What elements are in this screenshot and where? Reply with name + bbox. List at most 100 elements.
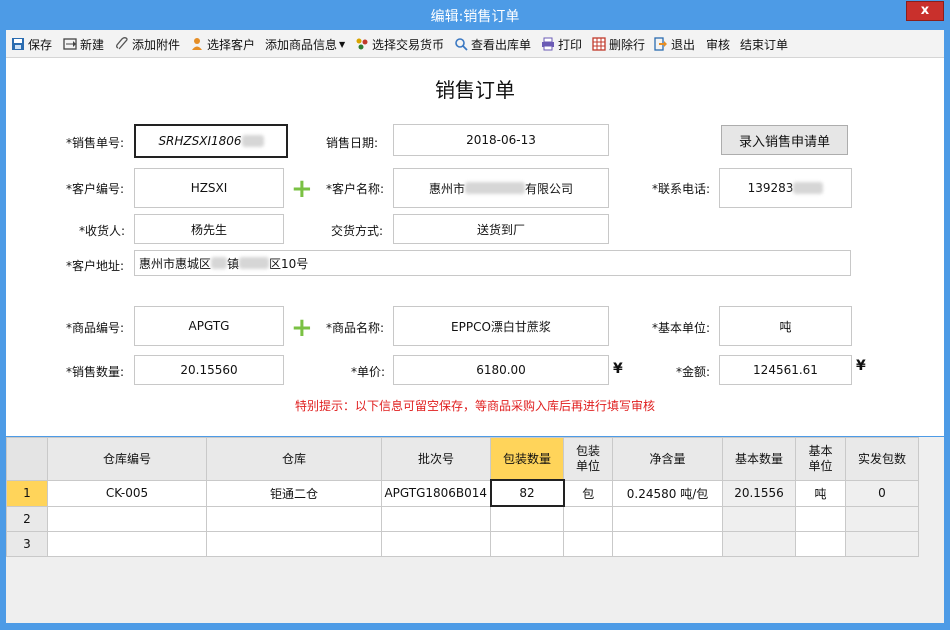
grid-cell[interactable] (206, 531, 382, 557)
grid-cell[interactable] (795, 531, 846, 557)
address-part-c: 区10号 (269, 256, 309, 271)
window-titlebar: 编辑:销售订单 x (0, 0, 950, 30)
phone-field[interactable]: 139283 (719, 168, 852, 208)
customer-code-label: *客户编号: (66, 182, 125, 196)
grid-cell[interactable] (381, 505, 491, 532)
quantity-label: *销售数量: (66, 365, 125, 379)
exit-button[interactable]: 退出 (654, 35, 695, 53)
delivery-field[interactable]: 送货到厂 (393, 214, 609, 244)
form-title: 销售订单 (435, 78, 515, 102)
grid-cell[interactable] (795, 505, 846, 532)
select-customer-label: 选择客户 (207, 37, 256, 52)
grid-cell[interactable] (563, 505, 613, 532)
add-product-info-label: 添加商品信息 (265, 37, 338, 52)
customer-name-field[interactable]: 惠州市 有限公司 (393, 168, 609, 208)
view-outbound-button[interactable]: 查看出库单 (454, 35, 531, 53)
customer-name-label: *客户名称: (326, 182, 385, 196)
select-currency-label: 选择交易货币 (372, 37, 445, 52)
grid-cell[interactable] (47, 505, 207, 532)
search-icon (454, 37, 468, 51)
col-header[interactable]: 批次号 (381, 437, 491, 481)
grid-cell[interactable] (490, 505, 564, 532)
delivery-label: 交货方式: (331, 224, 384, 238)
grid-cell[interactable]: 吨 (795, 479, 846, 507)
currency-icon (355, 37, 369, 51)
grid-cell[interactable] (612, 505, 723, 532)
import-application-button[interactable]: 录入销售申请单 (721, 125, 848, 155)
unit-price-field[interactable]: 6180.00 (393, 355, 609, 385)
redacted-mask (465, 182, 525, 194)
review-button[interactable]: 审核 (706, 35, 730, 53)
address-field[interactable]: 惠州市惠城区镇 区10号 (134, 250, 851, 276)
batch-grid: 仓库编号 仓库 批次号 包装数量 包装 单位 净含量 基本数量 基本 单位 实发… (6, 437, 944, 623)
grid-cell[interactable] (381, 531, 491, 557)
amount-label: *金额: (676, 365, 711, 379)
redacted-mask (241, 135, 264, 147)
col-header[interactable]: 包装 单位 (563, 437, 613, 481)
print-label: 打印 (558, 37, 583, 52)
amount-field[interactable]: 124561.61 (719, 355, 852, 385)
save-button[interactable]: 保存 (11, 35, 52, 53)
grid-cell[interactable] (490, 531, 564, 557)
toolbar: 保存 新建 添加附件 选择客户 添加商品信息 ▼ 选择交易货币 查看出库单 打印… (6, 30, 944, 58)
order-no-field[interactable]: SRHZSXI1806 (134, 124, 288, 158)
select-customer-button[interactable]: 选择客户 (190, 35, 255, 53)
grid-cell[interactable] (206, 505, 382, 532)
new-button[interactable]: 新建 (63, 35, 104, 53)
grid-cell[interactable]: CK-005 (47, 479, 207, 507)
col-header[interactable]: 仓库编号 (47, 437, 207, 481)
exit-label: 退出 (671, 37, 696, 52)
col-header[interactable]: 包装数量 (490, 437, 564, 481)
order-no-value: SRHZSXI1806 (158, 134, 242, 148)
col-header[interactable]: 净含量 (612, 437, 723, 481)
row-number[interactable]: 2 (6, 505, 48, 532)
print-button[interactable]: 打印 (541, 35, 582, 53)
add-attachment-button[interactable]: 添加附件 (115, 35, 180, 53)
row-number[interactable]: 3 (6, 531, 48, 557)
grid-cell[interactable]: 包 (563, 479, 613, 507)
sale-date-label: 销售日期: (326, 136, 379, 150)
add-product-icon[interactable]: + (291, 315, 313, 341)
redacted-mask (211, 257, 228, 269)
address-part-b: 镇 (227, 256, 240, 271)
grid-cell[interactable]: 82 (489, 479, 565, 507)
receiver-field[interactable]: 杨先生 (134, 214, 284, 244)
delete-row-button[interactable]: 删除行 (592, 35, 645, 53)
batch-table: 仓库编号 仓库 批次号 包装数量 包装 单位 净含量 基本数量 基本 单位 实发… (6, 437, 919, 557)
receiver-label: *收货人: (79, 224, 126, 238)
grid-cell (845, 505, 919, 532)
product-name-label: *商品名称: (326, 321, 385, 335)
row-number[interactable]: 1 (6, 479, 48, 507)
grid-cell[interactable] (612, 531, 723, 557)
customer-code-field[interactable]: HZSXI (134, 168, 284, 208)
new-icon (63, 37, 77, 51)
currency-symbol-amount: ¥ (856, 358, 866, 374)
paperclip-icon (115, 37, 129, 51)
close-order-button[interactable]: 结束订单 (740, 35, 788, 53)
customer-name-prefix: 惠州市 (428, 181, 465, 196)
close-button[interactable]: x (906, 1, 944, 21)
corner-cell (6, 437, 48, 481)
grid-cell[interactable] (47, 531, 207, 557)
select-currency-button[interactable]: 选择交易货币 (355, 35, 444, 53)
grid-cell[interactable]: APGTG1806B014 (381, 479, 491, 507)
product-code-field[interactable]: APGTG (134, 306, 284, 346)
grid-cell[interactable] (563, 531, 613, 557)
table-row[interactable]: 1 CK-005 钜通二仓 APGTG1806B014 82 包 0.24580… (6, 479, 919, 507)
add-customer-icon[interactable]: + (291, 176, 313, 202)
col-header[interactable]: 仓库 (206, 437, 382, 481)
grid-cell[interactable]: 钜通二仓 (206, 479, 382, 507)
col-header[interactable]: 基本 单位 (795, 437, 846, 481)
grid-cell[interactable]: 0.24580 吨/包 (612, 479, 723, 507)
product-name-field[interactable]: EPPCO漂白甘蔗浆 (393, 306, 609, 346)
table-row[interactable]: 2 (6, 505, 919, 532)
table-row[interactable]: 3 (6, 531, 919, 557)
quantity-field[interactable]: 20.15560 (134, 355, 284, 385)
sale-date-field[interactable]: 2018-06-13 (393, 124, 609, 156)
currency-symbol-price: ¥ (613, 361, 623, 377)
order-no-label: *销售单号: (66, 136, 125, 150)
add-product-info-dropdown[interactable]: 添加商品信息 ▼ (265, 35, 345, 53)
col-header[interactable]: 实发包数 (845, 437, 919, 481)
base-unit-field[interactable]: 吨 (719, 306, 852, 346)
col-header[interactable]: 基本数量 (722, 437, 796, 481)
